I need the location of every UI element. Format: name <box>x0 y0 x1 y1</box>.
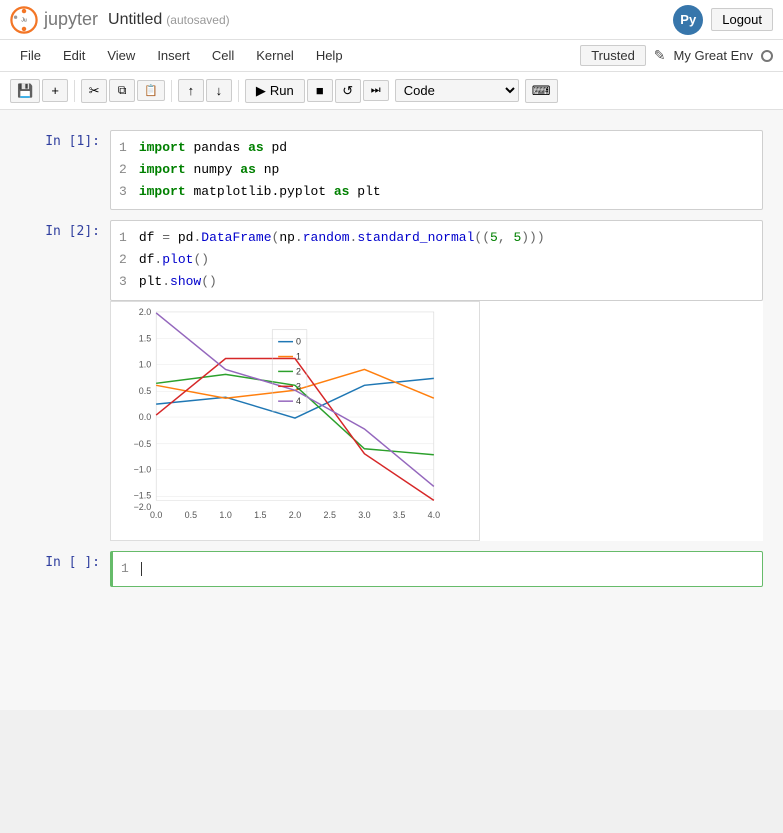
cell-1: In [1]: 1import pandas as pd 2import num… <box>20 130 763 210</box>
cell-2-prompt: In [2]: <box>20 220 110 239</box>
run-icon: ▶ <box>256 83 266 99</box>
run-label: Run <box>270 83 294 98</box>
separator2 <box>171 80 172 102</box>
cell-2-line-2: 2df.plot() <box>119 249 754 271</box>
svg-text:3: 3 <box>296 381 301 391</box>
menu-help[interactable]: Help <box>306 44 353 67</box>
add-cell-button[interactable]: + <box>42 79 68 102</box>
header-right: Py Logout <box>673 5 773 35</box>
svg-text:1.5: 1.5 <box>254 510 266 520</box>
menu-edit[interactable]: Edit <box>53 44 95 67</box>
run-button[interactable]: ▶ Run <box>245 79 305 103</box>
svg-text:2.0: 2.0 <box>139 306 151 316</box>
matplotlib-chart: 2.0 1.5 1.0 0.5 0.0 −0.5 −1.0 −1.5 −2.0 … <box>110 301 480 541</box>
kernel-status-icon <box>761 50 773 62</box>
svg-text:3.0: 3.0 <box>358 510 370 520</box>
cell-2-line-3: 3plt.show() <box>119 271 754 293</box>
keyboard-shortcuts-button[interactable]: ⌨ <box>525 79 558 103</box>
cell-1-line-3: 3import matplotlib.pyplot as plt <box>119 181 754 203</box>
svg-text:3.5: 3.5 <box>393 510 405 520</box>
save-button[interactable]: 💾 <box>10 79 40 103</box>
copy-button[interactable]: ⧉ <box>109 79 135 102</box>
separator3 <box>238 80 239 102</box>
logo: Ju jupyter <box>10 6 98 34</box>
separator1 <box>74 80 75 102</box>
svg-text:0.0: 0.0 <box>139 412 151 422</box>
svg-text:2: 2 <box>296 366 301 376</box>
svg-text:0.5: 0.5 <box>139 386 151 396</box>
python-kernel-icon: Py <box>673 5 703 35</box>
svg-text:0.0: 0.0 <box>150 510 162 520</box>
trusted-button[interactable]: Trusted <box>580 45 646 66</box>
svg-text:−1.0: −1.0 <box>134 464 152 474</box>
stop-button[interactable]: ■ <box>307 79 333 102</box>
cell-1-line-1: 1import pandas as pd <box>119 137 754 159</box>
svg-text:1: 1 <box>296 351 301 361</box>
svg-text:4.0: 4.0 <box>428 510 440 520</box>
jupyter-logo-text: jupyter <box>44 9 98 30</box>
text-cursor <box>141 562 142 576</box>
cell-3-prompt: In [ ]: <box>20 551 110 570</box>
logout-button[interactable]: Logout <box>711 8 773 31</box>
svg-text:4: 4 <box>296 396 301 406</box>
cell-1-prompt: In [1]: <box>20 130 110 149</box>
move-down-button[interactable]: ↓ <box>206 79 232 102</box>
svg-text:−0.5: −0.5 <box>134 438 152 448</box>
cell-type-dropdown[interactable]: Code Markdown Raw NBConvert <box>395 79 519 102</box>
svg-text:Ju: Ju <box>21 17 27 23</box>
cell-2-input[interactable]: 1df = pd.DataFrame(np.random.standard_no… <box>110 220 763 300</box>
cut-button[interactable]: ✂ <box>81 79 107 103</box>
edit-icon[interactable]: ✎ <box>654 47 666 64</box>
svg-text:1.0: 1.0 <box>219 510 231 520</box>
kernel-name: My Great Env <box>674 48 753 63</box>
menu-insert[interactable]: Insert <box>147 44 200 67</box>
svg-text:−1.5: −1.5 <box>134 490 152 500</box>
cell-3-line-1: 1 <box>121 558 754 580</box>
cell-2: In [2]: 1df = pd.DataFrame(np.random.sta… <box>20 220 763 300</box>
menubar: File Edit View Insert Cell Kernel Help T… <box>0 40 783 72</box>
restart-button[interactable]: ↺ <box>335 79 361 103</box>
paste-button[interactable]: 📋 <box>137 80 165 101</box>
menu-file[interactable]: File <box>10 44 51 67</box>
svg-text:0.5: 0.5 <box>185 510 197 520</box>
autosaved-label: (autosaved) <box>166 13 229 27</box>
menu-view[interactable]: View <box>97 44 145 67</box>
header: Ju jupyter Untitled (autosaved) Py Logou… <box>0 0 783 40</box>
cell-3: In [ ]: 1 <box>20 551 763 587</box>
svg-text:−2.0: −2.0 <box>134 502 152 512</box>
svg-text:1.5: 1.5 <box>139 333 151 343</box>
menu-kernel[interactable]: Kernel <box>246 44 304 67</box>
cell-2-line-1: 1df = pd.DataFrame(np.random.standard_no… <box>119 227 754 249</box>
move-up-button[interactable]: ↑ <box>178 79 204 102</box>
cell-3-input[interactable]: 1 <box>110 551 763 587</box>
svg-text:2.0: 2.0 <box>289 510 301 520</box>
svg-text:1.0: 1.0 <box>139 359 151 369</box>
notebook-area: In [1]: 1import pandas as pd 2import num… <box>0 110 783 710</box>
toolbar: 💾 + ✂ ⧉ 📋 ↑ ↓ ▶ Run ■ ↺ ⏭ Code Markdown … <box>0 72 783 110</box>
cell-1-line-2: 2import numpy as np <box>119 159 754 181</box>
svg-text:2.5: 2.5 <box>324 510 336 520</box>
menu-cell[interactable]: Cell <box>202 44 244 67</box>
svg-text:0: 0 <box>296 336 301 346</box>
notebook-title[interactable]: Untitled <box>108 11 162 29</box>
restart-run-button[interactable]: ⏭ <box>363 80 389 101</box>
jupyter-logo-icon: Ju <box>10 6 38 34</box>
cell-1-input[interactable]: 1import pandas as pd 2import numpy as np… <box>110 130 763 210</box>
chart-output: 2.0 1.5 1.0 0.5 0.0 −0.5 −1.0 −1.5 −2.0 … <box>110 301 763 541</box>
